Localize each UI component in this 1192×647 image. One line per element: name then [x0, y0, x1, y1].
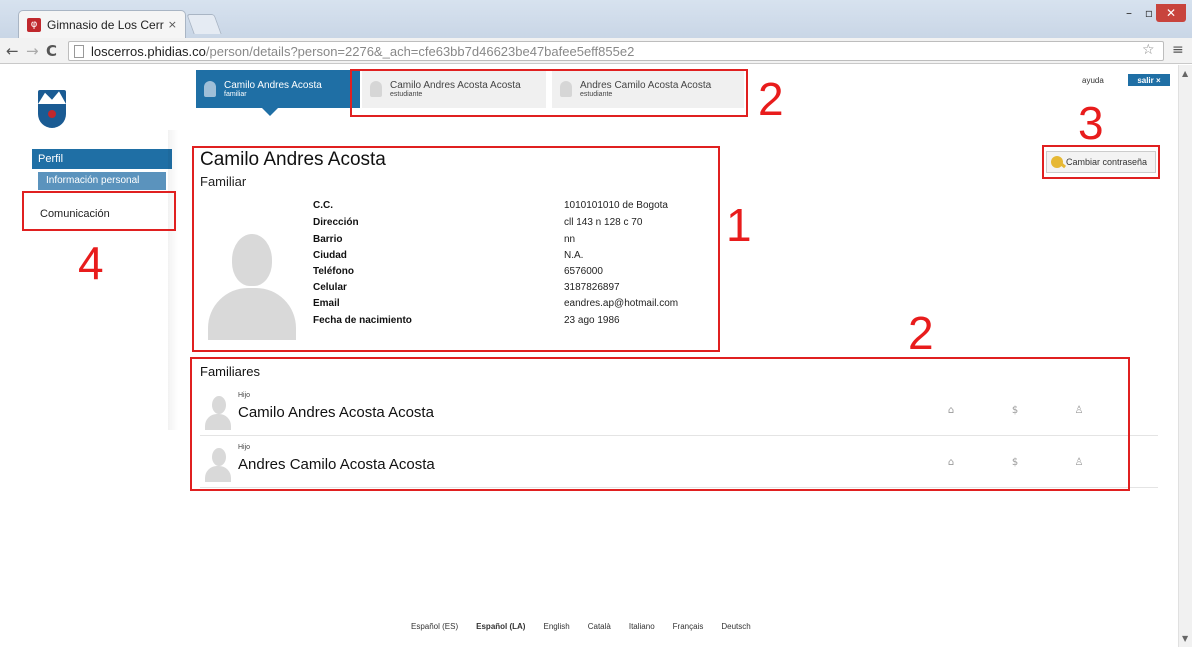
language-option[interactable]: Deutsch: [721, 622, 750, 631]
minimize-icon[interactable]: –: [1118, 4, 1140, 22]
help-link[interactable]: ayuda: [1082, 76, 1104, 85]
annotation-number: 2: [908, 307, 934, 359]
annotation-box-family: [190, 357, 1130, 491]
browser-menu-icon[interactable]: ≡: [1172, 42, 1184, 58]
language-option[interactable]: Italiano: [629, 622, 655, 631]
page-scrollbar[interactable]: ▲ ▼: [1178, 65, 1192, 647]
browser-tab[interactable]: φ Gimnasio de Los Cerros - ×: [18, 10, 186, 38]
person-avatar-icon: [204, 81, 216, 97]
person-tab-role: familiar: [224, 90, 247, 98]
annotation-box-profile: [192, 146, 720, 352]
page-icon: [74, 45, 84, 58]
annotation-box-tabs: [350, 69, 748, 117]
site-favicon-icon: φ: [27, 17, 41, 32]
logo-rose: [48, 110, 56, 118]
browser-toolbar: ← → C loscerros.phidias.co /person/detai…: [0, 38, 1192, 64]
language-option[interactable]: Català: [588, 622, 611, 631]
person-tab-familiar[interactable]: Camilo Andres Acosta familiar: [196, 70, 360, 116]
annotation-box-comunicacion: [22, 191, 176, 231]
window-close-icon[interactable]: ✕: [1156, 4, 1186, 22]
url-host: loscerros.phidias.co: [91, 43, 206, 59]
forward-arrow-icon[interactable]: →: [26, 42, 39, 60]
language-option[interactable]: Français: [673, 622, 704, 631]
annotation-number: 2: [758, 73, 784, 125]
address-bar[interactable]: loscerros.phidias.co /person/details?per…: [68, 41, 1164, 61]
language-option-selected[interactable]: Español (LA): [476, 622, 525, 631]
reload-icon[interactable]: C: [46, 42, 57, 60]
language-option[interactable]: Español (ES): [411, 622, 458, 631]
sidebar-divider: [168, 130, 178, 430]
url-path: /person/details?person=2276&_ach=cfe63bb…: [205, 43, 635, 59]
sidebar-item-informacion-personal[interactable]: Información personal: [38, 172, 166, 190]
scroll-down-icon[interactable]: ▼: [1182, 634, 1188, 643]
school-logo[interactable]: [38, 90, 66, 128]
new-tab-button[interactable]: [186, 14, 222, 34]
sidebar-item-perfil[interactable]: Perfil: [32, 149, 172, 169]
language-option[interactable]: English: [543, 622, 569, 631]
language-selector: Español (ES) Español (LA) English Català…: [411, 622, 751, 631]
browser-tab-title: Gimnasio de Los Cerros -: [47, 17, 164, 32]
tab-close-icon[interactable]: ×: [168, 18, 177, 31]
logout-button[interactable]: salir ×: [1128, 74, 1170, 86]
annotation-box-password: [1042, 145, 1160, 179]
person-tab-name: Camilo Andres Acosta: [224, 79, 322, 91]
annotation-number: 3: [1078, 97, 1104, 149]
scroll-up-icon[interactable]: ▲: [1182, 69, 1188, 78]
annotation-number: 4: [78, 237, 104, 289]
annotation-number: 1: [726, 199, 752, 251]
browser-tabstrip: φ Gimnasio de Los Cerros - × – ▫ ✕: [0, 0, 1192, 38]
bookmark-star-icon[interactable]: ☆: [1142, 42, 1155, 58]
back-arrow-icon[interactable]: ←: [6, 42, 19, 60]
